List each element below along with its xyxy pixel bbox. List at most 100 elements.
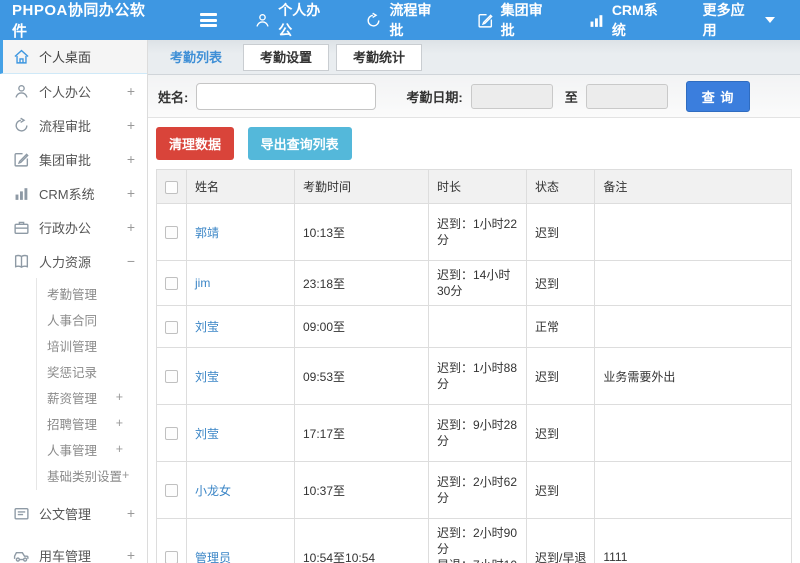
home-icon xyxy=(13,48,30,65)
app-logo: PHPOA协同办公软件 xyxy=(12,2,146,40)
sidebar-item[interactable]: 人力资源 − xyxy=(0,244,147,278)
edit-icon xyxy=(13,151,30,168)
row-checkbox[interactable] xyxy=(165,277,178,291)
expand-toggle-icon: + xyxy=(126,185,135,201)
time-cell: 10:54至10:54 xyxy=(294,518,429,563)
status-badge: 迟到 xyxy=(525,461,596,519)
tab-attendance-settings[interactable]: 考勤设置 xyxy=(243,43,330,71)
status-badge: 迟到 xyxy=(525,404,596,462)
select-all-checkbox[interactable] xyxy=(165,180,178,194)
sidebar-subitem[interactable]: 基础类别设置 + xyxy=(37,462,147,488)
row-checkbox[interactable] xyxy=(165,551,178,563)
expand-toggle-icon: + xyxy=(122,468,130,482)
duration-cell: 迟到：9小时28分 xyxy=(428,404,527,462)
note-cell xyxy=(594,260,792,306)
filter-bar: 姓名: 考勤日期: 至 查 询 xyxy=(148,75,800,118)
sidebar-subitem-label: 人事合同 xyxy=(47,313,98,328)
sidebar-subitem-label: 培训管理 xyxy=(47,339,98,354)
person-icon xyxy=(13,83,30,100)
employee-name-link[interactable]: 郭靖 xyxy=(195,226,219,240)
name-cell: 刘莹 xyxy=(186,305,295,348)
row-checkbox[interactable] xyxy=(165,320,178,334)
employee-name-link[interactable]: 刘莹 xyxy=(195,320,219,334)
status-badge: 迟到 xyxy=(525,347,596,405)
duration-line: 迟到：1小时88分 xyxy=(437,361,518,391)
name-cell: 管理员 xyxy=(186,518,295,563)
expand-toggle-icon: + xyxy=(115,442,123,456)
name-filter-input[interactable] xyxy=(196,82,377,110)
row-checkbox[interactable] xyxy=(165,370,178,384)
sidebar-item[interactable]: 个人桌面 xyxy=(0,40,147,74)
table-row: jim 23:18至 迟到：14小时30分 迟到 xyxy=(156,260,792,306)
date-to-label: 至 xyxy=(564,89,578,105)
sidebar-subitem-label: 招聘管理 xyxy=(47,417,98,432)
date-filter-label: 考勤日期: xyxy=(406,89,463,105)
sidebar-item-label: 个人办公 xyxy=(39,84,92,100)
table-row: 管理员10:54至10:54迟到：2小时90分早退：7小时10分迟到/早退111… xyxy=(156,518,792,563)
sidebar-item[interactable]: 用车管理 + xyxy=(0,536,147,563)
tab-attendance-stats[interactable]: 考勤统计 xyxy=(336,43,423,71)
expand-toggle-icon: − xyxy=(126,253,135,269)
topnav-item-label: 个人办公 xyxy=(278,2,321,38)
export-query-list-button[interactable]: 导出查询列表 xyxy=(247,127,352,160)
table-header-row: 姓名 考勤时间 时长 状态 备注 xyxy=(156,169,792,204)
topnav-item[interactable]: 个人办公 xyxy=(243,0,340,40)
sidebar-subitem[interactable]: 考勤管理 xyxy=(37,280,147,306)
topnav-item-label: CRM系统 xyxy=(611,2,658,38)
sidebar-item[interactable]: 行政办公 + xyxy=(0,210,147,244)
note-cell xyxy=(594,404,792,462)
employee-name-link[interactable]: 刘莹 xyxy=(195,370,219,384)
row-checkbox[interactable] xyxy=(165,427,178,441)
sidebar-subitem[interactable]: 人事合同 xyxy=(37,306,147,332)
expand-toggle-icon: + xyxy=(126,151,135,167)
topnav-item[interactable]: 流程审批 xyxy=(354,0,451,40)
sidebar-subitem[interactable]: 培训管理 xyxy=(37,332,147,358)
note-cell xyxy=(594,203,792,261)
time-cell: 23:18至 xyxy=(294,260,429,306)
car-icon xyxy=(13,547,30,563)
employee-name-link[interactable]: 管理员 xyxy=(195,551,231,563)
duration-cell: 迟到：2小时62分 xyxy=(428,461,527,519)
sidebar-subitem[interactable]: 薪资管理 + xyxy=(37,384,147,410)
person-icon xyxy=(254,12,271,29)
column-header: 姓名 xyxy=(186,169,295,204)
topnav-item[interactable]: 更多应用 xyxy=(692,0,786,40)
sidebar-subitem[interactable]: 招聘管理 + xyxy=(37,410,147,436)
sidebar: 个人桌面 个人办公 + 流程审批 + 集团审批 + CRM系统 + 行政办公 + 人力资源 − 考勤管理人… xyxy=(0,40,148,563)
sidebar-item[interactable]: 集团审批 + xyxy=(0,142,147,176)
row-checkbox[interactable] xyxy=(165,226,178,240)
sidebar-item[interactable]: 个人办公 + xyxy=(0,74,147,108)
table-row: 小龙女 10:37至 迟到：2小时62分 迟到 xyxy=(156,461,792,519)
sidebar-subitem[interactable]: 奖惩记录 xyxy=(37,358,147,384)
clean-data-button[interactable]: 清理数据 xyxy=(156,127,235,160)
date-end-input[interactable] xyxy=(585,83,668,109)
date-start-input[interactable] xyxy=(470,83,553,109)
sidebar-subitem[interactable]: 人事管理 + xyxy=(37,436,147,462)
column-header: 考勤时间 xyxy=(294,169,429,204)
row-checkbox[interactable] xyxy=(165,484,178,498)
flow-icon xyxy=(13,117,30,134)
name-cell: 郭靖 xyxy=(186,203,295,261)
time-cell: 09:53至 xyxy=(294,347,429,405)
sidebar-item[interactable]: 公文管理 + xyxy=(0,494,147,532)
topnav-item[interactable]: CRM系统 xyxy=(577,0,678,40)
search-button[interactable]: 查 询 xyxy=(685,80,751,112)
duration-cell: 迟到：14小时30分 xyxy=(428,260,527,306)
topnav-item[interactable]: 集团审批 xyxy=(466,0,563,40)
name-cell: jim xyxy=(186,260,295,306)
hamburger-menu-icon[interactable] xyxy=(200,13,218,27)
row-select-cell xyxy=(156,518,187,563)
sidebar-item[interactable]: CRM系统 + xyxy=(0,176,147,210)
tab-attendance-list[interactable]: 考勤列表 xyxy=(156,40,236,75)
row-select-cell xyxy=(156,461,187,519)
employee-name-link[interactable]: jim xyxy=(195,276,210,290)
duration-line: 迟到：2小时62分 xyxy=(437,475,518,505)
topnav-item-label: 更多应用 xyxy=(702,2,745,38)
expand-toggle-icon: + xyxy=(126,505,135,521)
employee-name-link[interactable]: 刘莹 xyxy=(195,427,219,441)
app-window: PHPOA协同办公软件 个人办公 流程审批 集团审批 CRM系统 更多应用 个人桌面 个人… xyxy=(0,0,800,563)
sidebar-item[interactable]: 流程审批 + xyxy=(0,108,147,142)
tab-bar: 考勤列表 考勤设置 考勤统计 xyxy=(148,40,800,75)
column-header: 备注 xyxy=(594,169,792,204)
employee-name-link[interactable]: 小龙女 xyxy=(195,484,231,498)
